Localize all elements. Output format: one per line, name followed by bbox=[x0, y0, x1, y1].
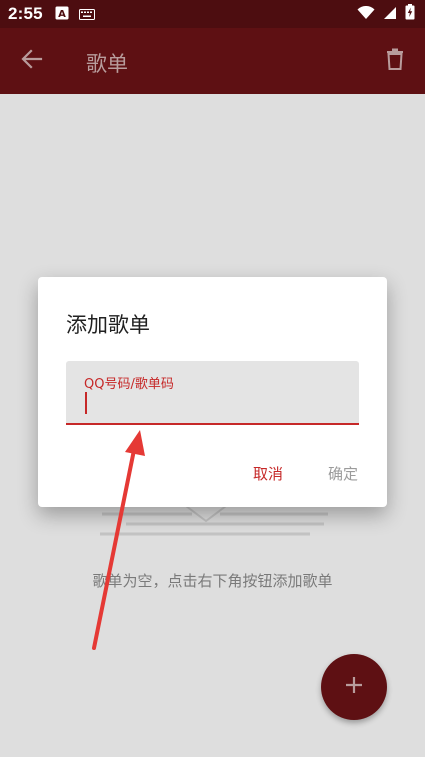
keyboard-icon bbox=[78, 5, 95, 24]
battery-charging-icon bbox=[405, 4, 415, 24]
dialog-title: 添加歌单 bbox=[66, 313, 150, 337]
status-time: 2:55 bbox=[8, 4, 43, 23]
back-button[interactable] bbox=[18, 47, 46, 75]
app-bar: 歌单 bbox=[0, 28, 425, 94]
trash-icon bbox=[386, 48, 404, 74]
playlist-code-input[interactable]: QQ号码/歌单码 bbox=[66, 361, 359, 425]
add-playlist-fab[interactable] bbox=[321, 654, 387, 720]
add-playlist-dialog: 添加歌单 QQ号码/歌单码 取消 确定 bbox=[38, 277, 387, 507]
delete-button[interactable] bbox=[381, 47, 409, 75]
cancel-button[interactable]: 取消 bbox=[253, 463, 283, 484]
a-icon: A bbox=[55, 5, 69, 24]
wifi-icon bbox=[357, 5, 375, 24]
back-arrow-icon bbox=[21, 48, 43, 74]
confirm-button[interactable]: 确定 bbox=[328, 463, 358, 484]
svg-text:A: A bbox=[58, 9, 66, 20]
status-right-icons bbox=[357, 4, 415, 24]
page-title: 歌单 bbox=[86, 52, 128, 76]
status-bar: 2:55 A bbox=[0, 0, 425, 28]
status-left-icons: A bbox=[55, 5, 95, 24]
input-label: QQ号码/歌单码 bbox=[84, 377, 174, 392]
signal-icon bbox=[383, 5, 397, 24]
plus-icon bbox=[345, 676, 363, 698]
text-cursor bbox=[85, 392, 87, 414]
empty-message: 歌单为空，点击右下角按钮添加歌单 bbox=[92, 572, 333, 590]
